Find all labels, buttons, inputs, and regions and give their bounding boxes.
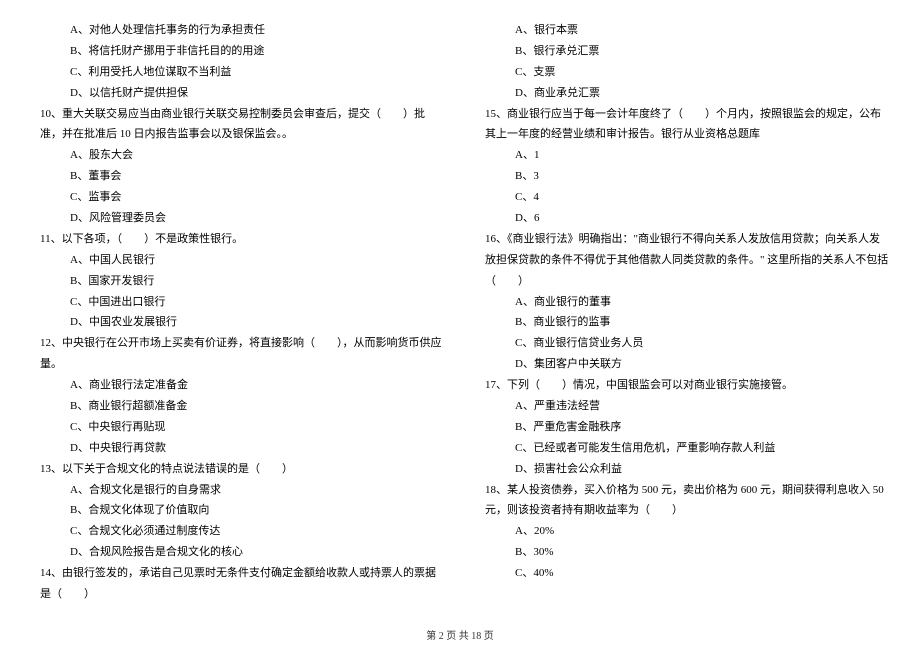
left-column: A、对他人处理信托事务的行为承担责任 B、将信托财产挪用于非信托目的的用途 C、… [30, 20, 445, 590]
q11-opt-b: B、国家开发银行 [30, 271, 445, 292]
q13-opt-d: D、合规风险报告是合规文化的核心 [30, 542, 445, 563]
q14-opt-d: D、商业承兑汇票 [475, 83, 890, 104]
q9-opt-b: B、将信托财产挪用于非信托目的的用途 [30, 41, 445, 62]
page-content: A、对他人处理信托事务的行为承担责任 B、将信托财产挪用于非信托目的的用途 C、… [0, 0, 920, 620]
q15-opt-b: B、3 [475, 166, 890, 187]
right-column: A、银行本票 B、银行承兑汇票 C、支票 D、商业承兑汇票 15、商业银行应当于… [475, 20, 890, 590]
q17-opt-b: B、严重危害金融秩序 [475, 417, 890, 438]
q13-opt-c: C、合规文化必须通过制度传达 [30, 521, 445, 542]
q16-opt-b: B、商业银行的监事 [475, 312, 890, 333]
q18-text: 18、某人投资债券，买入价格为 500 元，卖出价格为 600 元，期间获得利息… [475, 480, 890, 522]
q17-text: 17、下列（ ）情况，中国银监会可以对商业银行实施接管。 [475, 375, 890, 396]
q9-opt-a: A、对他人处理信托事务的行为承担责任 [30, 20, 445, 41]
q16-opt-c: C、商业银行信贷业务人员 [475, 333, 890, 354]
q10-opt-a: A、股东大会 [30, 145, 445, 166]
q18-opt-b: B、30% [475, 542, 890, 563]
q11-text: 11、以下各项，（ ）不是政策性银行。 [30, 229, 445, 250]
q16-opt-a: A、商业银行的董事 [475, 292, 890, 313]
q13-opt-b: B、合规文化体现了价值取向 [30, 500, 445, 521]
q12-opt-d: D、中央银行再贷款 [30, 438, 445, 459]
q9-opt-d: D、以信托财产提供担保 [30, 83, 445, 104]
q17-opt-c: C、已经或者可能发生信用危机，严重影响存款人利益 [475, 438, 890, 459]
q10-opt-b: B、董事会 [30, 166, 445, 187]
q12-text: 12、中央银行在公开市场上买卖有价证券，将直接影响（ ），从而影响货币供应量。 [30, 333, 445, 375]
q17-opt-a: A、严重违法经营 [475, 396, 890, 417]
q18-opt-c: C、40% [475, 563, 890, 584]
q11-opt-d: D、中国农业发展银行 [30, 312, 445, 333]
q12-opt-c: C、中央银行再贴现 [30, 417, 445, 438]
q14-opt-a: A、银行本票 [475, 20, 890, 41]
q12-opt-b: B、商业银行超额准备金 [30, 396, 445, 417]
q11-opt-a: A、中国人民银行 [30, 250, 445, 271]
q15-opt-d: D、6 [475, 208, 890, 229]
q17-opt-d: D、损害社会公众利益 [475, 459, 890, 480]
q11-opt-c: C、中国进出口银行 [30, 292, 445, 313]
q16-opt-d: D、集团客户中关联方 [475, 354, 890, 375]
q10-opt-d: D、风险管理委员会 [30, 208, 445, 229]
q16-text: 16、《商业银行法》明确指出："商业银行不得向关系人发放信用贷款；向关系人发放担… [475, 229, 890, 292]
q14-opt-c: C、支票 [475, 62, 890, 83]
q9-opt-c: C、利用受托人地位谋取不当利益 [30, 62, 445, 83]
q15-text: 15、商业银行应当于每一会计年度终了（ ）个月内，按照银监会的规定，公布其上一年… [475, 104, 890, 146]
page-footer: 第 2 页 共 18 页 [0, 627, 920, 642]
q15-opt-c: C、4 [475, 187, 890, 208]
q12-opt-a: A、商业银行法定准备金 [30, 375, 445, 396]
q15-opt-a: A、1 [475, 145, 890, 166]
q18-opt-a: A、20% [475, 521, 890, 542]
q10-opt-c: C、监事会 [30, 187, 445, 208]
q14-text: 14、由银行签发的，承诺自己见票时无条件支付确定金额给收款人或持票人的票据是（ … [30, 563, 445, 605]
q14-opt-b: B、银行承兑汇票 [475, 41, 890, 62]
q10-text: 10、重大关联交易应当由商业银行关联交易控制委员会审查后，提交（ ）批准，并在批… [30, 104, 445, 146]
q13-text: 13、以下关于合规文化的特点说法错误的是（ ） [30, 459, 445, 480]
q13-opt-a: A、合规文化是银行的自身需求 [30, 480, 445, 501]
